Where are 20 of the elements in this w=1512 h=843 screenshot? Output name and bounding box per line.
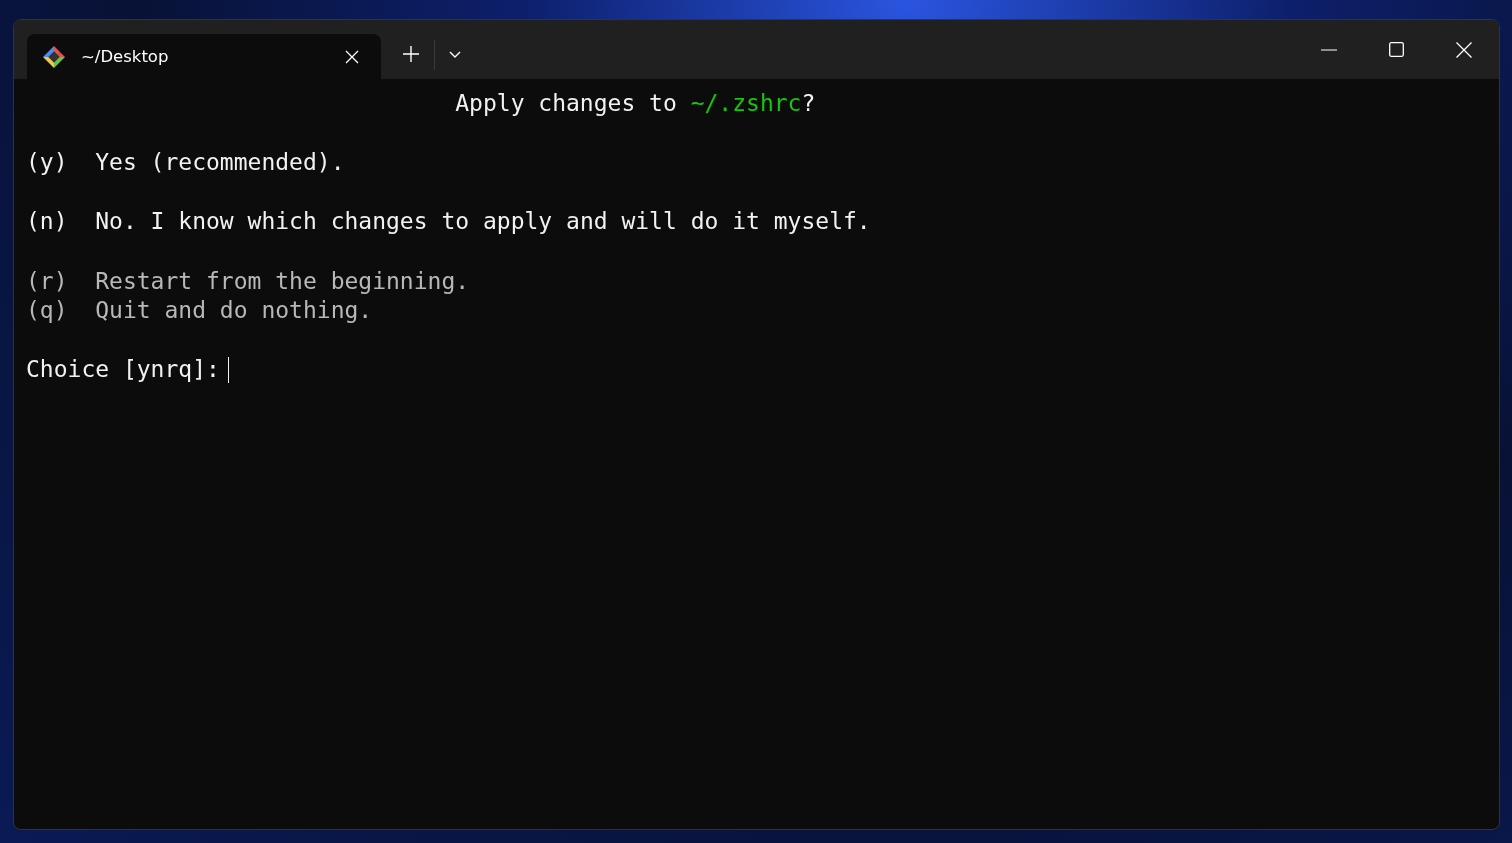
minimize-icon[interactable] (1321, 48, 1337, 51)
option-key: (y) (26, 148, 96, 178)
option-key: (r) (26, 266, 96, 297)
close-icon[interactable] (1456, 41, 1472, 58)
option-text: Restart from the beginning. (95, 267, 470, 294)
maximize-icon[interactable] (1389, 42, 1404, 57)
text-cursor (228, 357, 230, 384)
option-key: (n) (26, 207, 96, 237)
new-tab-plus-icon[interactable] (403, 46, 419, 62)
option-text: Quit and do nothing. (95, 297, 373, 324)
option-text: No. I know which changes to apply and will do it myself. (95, 208, 871, 235)
dropdown-chevron-icon[interactable] (449, 51, 461, 59)
option-key: (q) (26, 296, 96, 326)
prompt-heading: Apply changes to ~/.zshrc? (454, 89, 817, 118)
terminal-tab[interactable]: ~/Desktop (27, 34, 381, 79)
option-text: Yes (recommended). (95, 149, 345, 176)
close-tab-icon[interactable] (345, 49, 359, 64)
app-icon (41, 43, 67, 70)
tab-title: ~/Desktop (81, 47, 170, 66)
prompt-text: Choice [ynrq]: (26, 355, 220, 385)
